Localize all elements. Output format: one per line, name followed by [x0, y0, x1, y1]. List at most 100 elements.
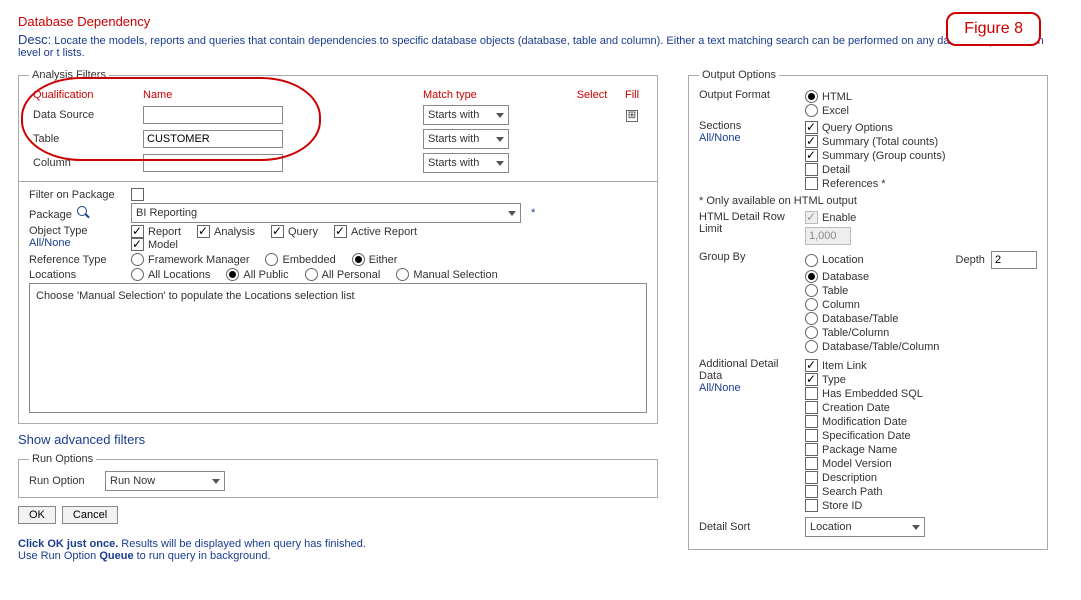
- ad-store-cb[interactable]: [805, 499, 818, 512]
- ad-search-label: Search Path: [822, 486, 883, 498]
- filter-on-package-checkbox[interactable]: [131, 188, 144, 201]
- rowlimit-label: HTML Detail Row Limit: [699, 211, 799, 235]
- objtype-report-label: Report: [148, 226, 181, 238]
- footer-line1b: Results will be displayed when query has…: [118, 538, 366, 550]
- ad-spec-cb[interactable]: [805, 429, 818, 442]
- reftype-label: Reference Type: [29, 254, 125, 266]
- output-format-label: Output Format: [699, 89, 799, 101]
- gb-dbtable-radio[interactable]: [805, 312, 818, 325]
- locations-textarea[interactable]: Choose 'Manual Selection' to populate th…: [29, 283, 647, 413]
- additional-label: Additional Detail Data: [699, 358, 779, 382]
- page-description: Desc: Locate the models, reports and que…: [18, 32, 1063, 59]
- sec-refs-cb[interactable]: [805, 177, 818, 190]
- ad-desc-cb[interactable]: [805, 471, 818, 484]
- run-option-label: Run Option: [29, 475, 99, 487]
- locations-label: Locations: [29, 269, 125, 281]
- sec-sumgroup-cb[interactable]: [805, 149, 818, 162]
- only-html-note: * Only available on HTML output: [699, 195, 1037, 207]
- gb-location-radio[interactable]: [805, 254, 818, 267]
- sec-sumtotal-cb[interactable]: [805, 135, 818, 148]
- reftype-embedded-radio[interactable]: [265, 253, 278, 266]
- ad-spec-label: Specification Date: [822, 430, 911, 442]
- reftype-fm-radio[interactable]: [131, 253, 144, 266]
- ad-itemlink-label: Item Link: [822, 360, 867, 372]
- run-option-select[interactable]: Run Now: [105, 471, 225, 491]
- objecttype-allnone-link[interactable]: All/None: [29, 237, 71, 249]
- gb-table-radio[interactable]: [805, 284, 818, 297]
- gb-location-label: Location: [822, 254, 864, 266]
- gb-database-radio[interactable]: [805, 270, 818, 283]
- desc-text: Locate the models, reports and queries t…: [18, 35, 1044, 59]
- additional-allnone-link[interactable]: All/None: [699, 382, 741, 394]
- ad-mod-label: Modification Date: [822, 416, 907, 428]
- loc-public-radio[interactable]: [226, 268, 239, 281]
- loc-manual-radio[interactable]: [396, 268, 409, 281]
- fill-expand-icon[interactable]: ⊞: [626, 110, 638, 122]
- table-match-select[interactable]: Starts with: [423, 129, 509, 149]
- filter-on-package-label: Filter on Package: [29, 189, 125, 201]
- sections-label: Sections: [699, 120, 741, 132]
- ad-type-cb[interactable]: [805, 373, 818, 386]
- page-title: Database Dependency: [18, 14, 1063, 29]
- gb-tablecol-radio[interactable]: [805, 326, 818, 339]
- ad-model-label: Model Version: [822, 458, 892, 470]
- objtype-activereport-label: Active Report: [351, 226, 417, 238]
- detailsort-select[interactable]: Location: [805, 517, 925, 537]
- run-options-legend: Run Options: [29, 453, 96, 465]
- package-select[interactable]: BI Reporting: [131, 203, 521, 223]
- sections-allnone-link[interactable]: All/None: [699, 132, 741, 144]
- gb-tablecol-label: Table/Column: [822, 327, 889, 339]
- fmt-excel-radio[interactable]: [805, 104, 818, 117]
- sec-queryopts-cb[interactable]: [805, 121, 818, 134]
- sec-queryopts-label: Query Options: [822, 122, 893, 134]
- table-input[interactable]: [143, 130, 283, 148]
- loc-personal-radio[interactable]: [305, 268, 318, 281]
- col-fill: Fill: [617, 87, 647, 103]
- groupby-label: Group By: [699, 251, 799, 263]
- row-table-label: Table: [29, 127, 139, 151]
- datasource-input[interactable]: [143, 106, 283, 124]
- package-label: Package: [29, 209, 72, 221]
- objtype-activereport-checkbox[interactable]: [334, 225, 347, 238]
- gb-dbtablecol-radio[interactable]: [805, 340, 818, 353]
- ad-pkg-label: Package Name: [822, 444, 897, 456]
- ad-hassql-cb[interactable]: [805, 387, 818, 400]
- objtype-analysis-checkbox[interactable]: [197, 225, 210, 238]
- sec-detail-cb[interactable]: [805, 163, 818, 176]
- ok-button[interactable]: OK: [18, 506, 56, 524]
- ad-type-label: Type: [822, 374, 846, 386]
- gb-table-label: Table: [822, 285, 848, 297]
- rowlimit-enable-cb[interactable]: [805, 211, 818, 224]
- datasource-match-select[interactable]: Starts with: [423, 105, 509, 125]
- magnify-icon[interactable]: [77, 206, 89, 218]
- sec-refs-label: References *: [822, 178, 886, 190]
- gb-dbtable-label: Database/Table: [822, 313, 898, 325]
- reftype-either-radio[interactable]: [352, 253, 365, 266]
- footer-click-ok: Click OK just once.: [18, 538, 118, 550]
- fmt-html-radio[interactable]: [805, 90, 818, 103]
- depth-input[interactable]: [991, 251, 1037, 269]
- ad-creation-cb[interactable]: [805, 401, 818, 414]
- detailsort-label: Detail Sort: [699, 521, 799, 533]
- show-advanced-filters-link[interactable]: Show advanced filters: [18, 432, 145, 447]
- ad-mod-cb[interactable]: [805, 415, 818, 428]
- loc-all-radio[interactable]: [131, 268, 144, 281]
- objtype-query-checkbox[interactable]: [271, 225, 284, 238]
- column-input[interactable]: [143, 154, 283, 172]
- cancel-button[interactable]: Cancel: [62, 506, 118, 524]
- ad-search-cb[interactable]: [805, 485, 818, 498]
- footer-line2a: Use Run Option: [18, 550, 99, 562]
- ad-itemlink-cb[interactable]: [805, 359, 818, 372]
- reftype-fm-label: Framework Manager: [148, 254, 249, 266]
- objtype-model-checkbox[interactable]: [131, 238, 144, 251]
- reftype-embedded-label: Embedded: [282, 254, 335, 266]
- gb-column-radio[interactable]: [805, 298, 818, 311]
- ad-pkg-cb[interactable]: [805, 443, 818, 456]
- objtype-query-label: Query: [288, 226, 318, 238]
- sec-sumtotal-label: Summary (Total counts): [822, 136, 938, 148]
- qualification-table: Qualification Name Match type Select Fil…: [29, 87, 647, 175]
- column-match-select[interactable]: Starts with: [423, 153, 509, 173]
- output-options-legend: Output Options: [699, 69, 779, 81]
- ad-model-cb[interactable]: [805, 457, 818, 470]
- row-datasource-label: Data Source: [29, 103, 139, 127]
